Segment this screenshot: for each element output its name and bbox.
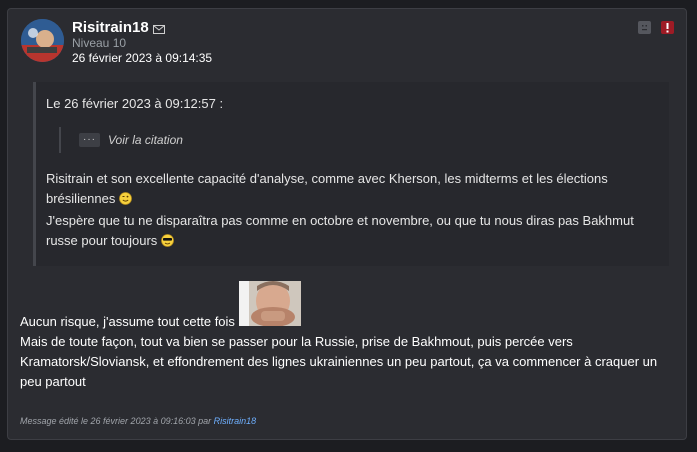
sunglasses-smiley-icon	[161, 233, 174, 253]
quote-line-2: J'espère que tu ne disparaîtra pas comme…	[46, 213, 634, 248]
see-quote-link[interactable]: Voir la citation	[108, 133, 183, 147]
username[interactable]: Risitrain18	[72, 19, 149, 36]
wink-smiley-icon	[119, 191, 132, 211]
quote-header: Le 26 février 2023 à 09:12:57 :	[46, 96, 224, 111]
avatar-image	[21, 19, 64, 62]
reply-line-1: Aucun risque, j'assume tout cette fois	[20, 314, 235, 329]
edited-author-link[interactable]: Risitrain18	[214, 416, 257, 426]
mail-icon[interactable]	[153, 21, 165, 39]
reply-line-2: Mais de toute façon, tout va bien se pas…	[20, 334, 658, 389]
edited-note: Message édité le 26 février 2023 à 09:16…	[20, 416, 256, 426]
post-date[interactable]: 26 février 2023 à 09:14:35	[72, 51, 212, 65]
user-level: Niveau 10	[72, 36, 127, 50]
exclamation-icon	[666, 23, 669, 33]
expand-quote-button[interactable]: ···	[79, 133, 100, 147]
nested-quote: ··· Voir la citation	[59, 127, 183, 153]
quote-block: Le 26 février 2023 à 09:12:57 : ··· Voir…	[33, 82, 669, 266]
reaction-sticker-image[interactable]	[238, 281, 301, 326]
avatar[interactable]	[21, 19, 64, 62]
neutral-face-icon	[642, 25, 647, 31]
neutral-action-button[interactable]	[638, 21, 651, 34]
forum-post: Risitrain18 Niveau 10 26 février 2023 à …	[7, 8, 687, 440]
reply-body: Aucun risque, j'assume tout cette fois M…	[20, 281, 660, 392]
quote-body: Risitrain et son excellente capacité d'a…	[46, 169, 646, 253]
edited-prefix: Message édité le 26 février 2023 à 09:16…	[20, 416, 212, 426]
report-button[interactable]	[661, 21, 674, 34]
